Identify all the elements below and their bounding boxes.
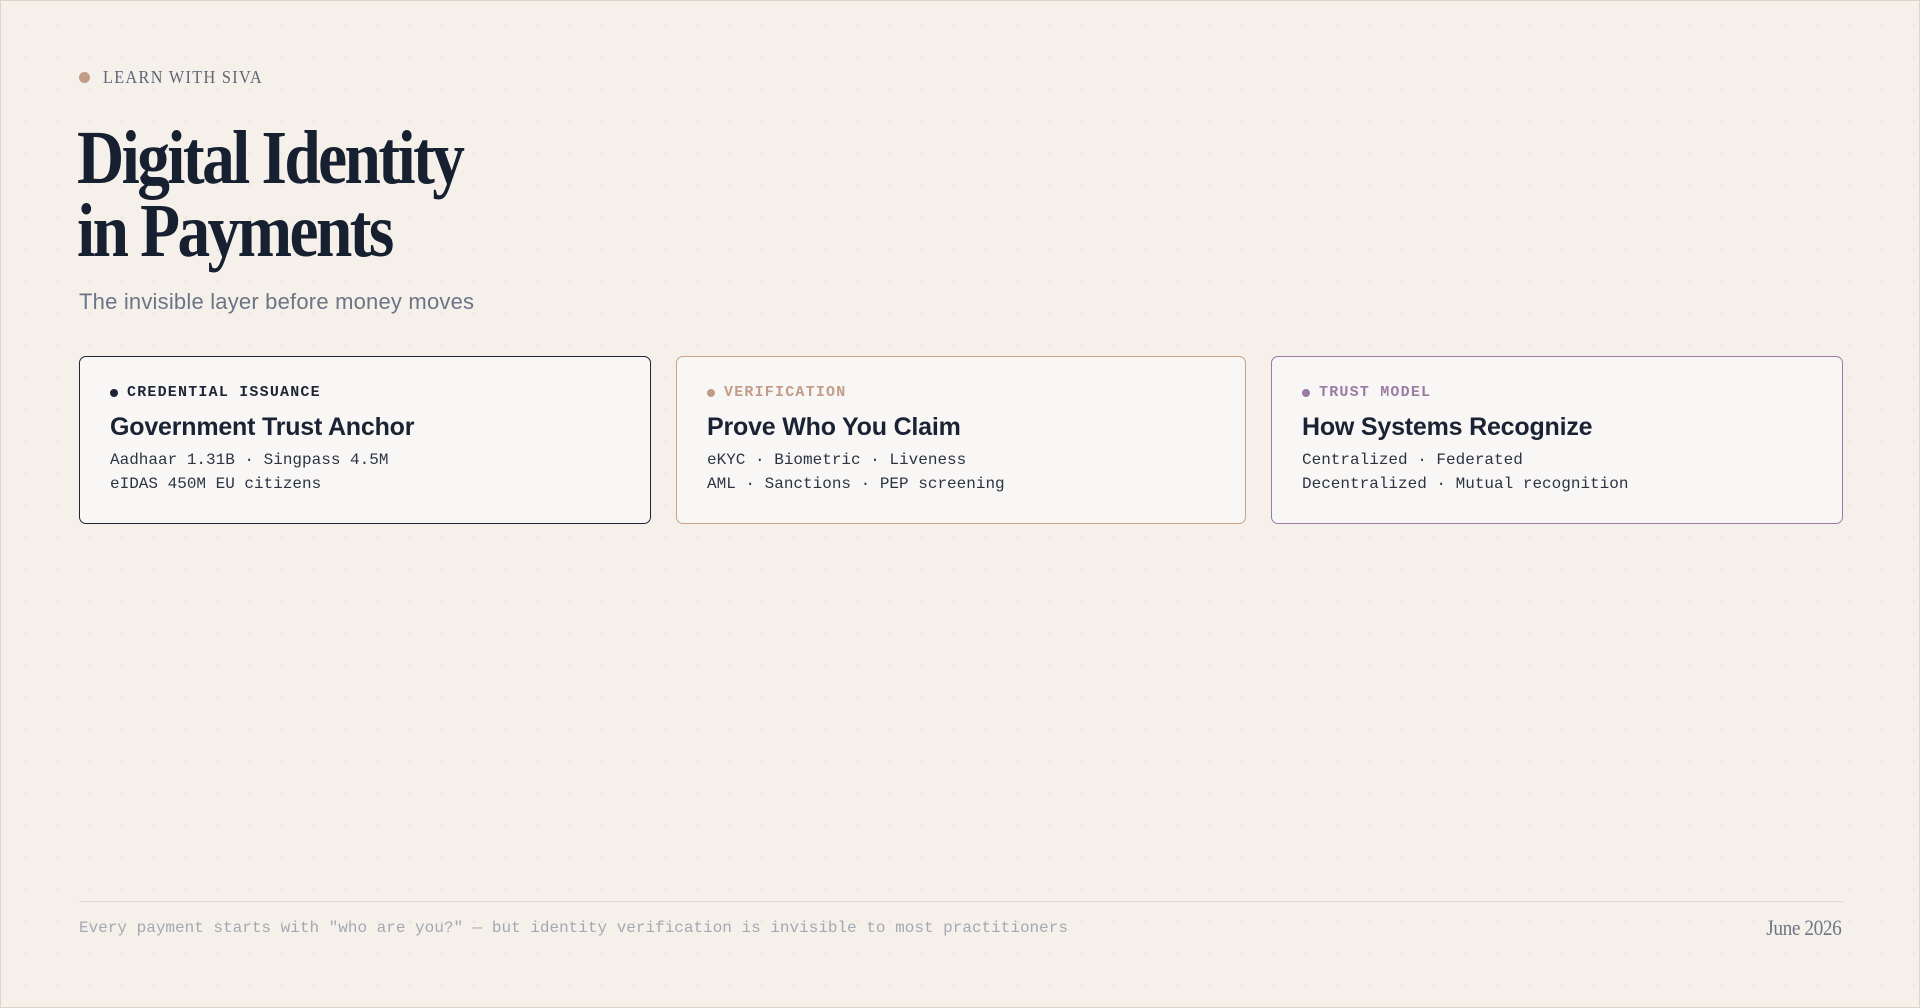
kicker-label: LEARN WITH SIVA — [103, 67, 264, 87]
kicker-dot — [79, 72, 90, 83]
card-tag-label: CREDENTIAL ISSUANCE — [127, 384, 321, 401]
card-verification: VERIFICATION Prove Who You Claim eKYC · … — [676, 356, 1246, 524]
card-title: Government Trust Anchor — [110, 413, 415, 441]
page-title-line-2: in Payments — [77, 189, 394, 273]
card-tag: VERIFICATION — [707, 384, 846, 401]
card-credential-issuance: CREDENTIAL ISSUANCE Government Trust Anc… — [79, 356, 651, 524]
tag-dot — [1302, 388, 1310, 397]
card-tag: CREDENTIAL ISSUANCE — [110, 384, 321, 401]
card-detail-line-1: Aadhaar 1.31B · Singpass 4.5M — [110, 451, 389, 469]
footer-divider — [79, 901, 1843, 902]
footer-date: June 2026 — [1765, 915, 1842, 940]
footer-note: Every payment starts with "who are you?"… — [79, 919, 1068, 937]
card-title: Prove Who You Claim — [707, 413, 961, 441]
card-tag: TRUST MODEL — [1302, 384, 1431, 401]
tag-dot — [707, 388, 715, 397]
card-tag-label: TRUST MODEL — [1319, 384, 1432, 401]
card-detail-line-2: eIDAS 450M EU citizens — [110, 475, 322, 493]
kicker: LEARN WITH SIVA — [79, 67, 281, 88]
card-detail-line-2: Decentralized · Mutual recognition — [1302, 475, 1629, 493]
page-title: Digital Identity in Payments — [77, 116, 465, 273]
card-detail-line-2: AML · Sanctions · PEP screening — [707, 475, 1005, 493]
card-detail-line-1: eKYC · Biometric · Liveness — [707, 451, 967, 469]
card-title: How Systems Recognize — [1302, 413, 1593, 441]
page-title-line-1: Digital Identity — [77, 116, 465, 200]
page-subtitle: The invisible layer before money moves — [79, 289, 475, 314]
card-trust-model: TRUST MODEL How Systems Recognize Centra… — [1271, 356, 1843, 524]
card-detail-line-1: Centralized · Federated — [1302, 451, 1523, 469]
tag-dot — [110, 388, 118, 397]
card-tag-label: VERIFICATION — [724, 384, 847, 401]
